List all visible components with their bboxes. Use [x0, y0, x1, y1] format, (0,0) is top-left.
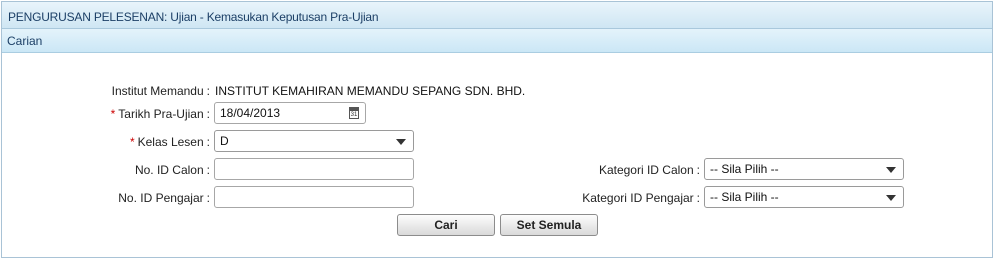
tarikh-value: 18/04/2013 [220, 106, 281, 120]
kategori-calon-value: -- Sila Pilih -- [710, 162, 779, 176]
kategori-pengajar-value: -- Sila Pilih -- [710, 190, 779, 204]
colon: : [206, 135, 210, 149]
tarikh-label: * Tarikh Pra-Ujian: [111, 107, 210, 121]
institut-value: INSTITUT KEMAHIRAN MEMANDU SEPANG SDN. B… [215, 84, 526, 98]
kelas-label: * Kelas Lesen: [130, 135, 210, 149]
colon: : [696, 191, 700, 205]
calendar-icon-day: 31 [350, 112, 358, 118]
chevron-down-icon [396, 139, 406, 145]
colon: : [206, 84, 210, 98]
no-id-pengajar-label-text: No. ID Pengajar [118, 191, 204, 205]
colon: : [696, 163, 700, 177]
tarikh-label-text: Tarikh Pra-Ujian [118, 107, 204, 121]
kelas-label-text: Kelas Lesen [137, 135, 204, 149]
institut-label: Institut Memandu: [112, 84, 210, 98]
required-mark: * [110, 107, 116, 121]
search-panel: PENGURUSAN PELESENAN: Ujian - Kemasukan … [1, 1, 993, 258]
chevron-down-icon [886, 195, 896, 201]
calendar-icon[interactable]: 31 [349, 107, 359, 119]
section-title: Carian [7, 34, 43, 48]
no-id-pengajar-label: No. ID Pengajar: [118, 191, 210, 205]
kelas-value: D [220, 134, 229, 148]
no-id-calon-label: No. ID Calon: [135, 163, 210, 177]
chevron-down-icon [886, 167, 896, 173]
colon: : [206, 107, 210, 121]
no-id-calon-label-text: No. ID Calon [134, 163, 204, 177]
colon: : [206, 163, 210, 177]
kelas-select[interactable]: D [214, 130, 414, 152]
institut-label-text: Institut Memandu [111, 84, 204, 98]
kategori-calon-select[interactable]: -- Sila Pilih -- [704, 158, 904, 180]
search-button[interactable]: Cari [397, 214, 495, 236]
required-mark: * [129, 135, 135, 149]
reset-button[interactable]: Set Semula [500, 214, 598, 236]
section-header: Carian [2, 29, 992, 53]
kategori-calon-label-text: Kategori ID Calon [598, 163, 694, 177]
no-id-calon-input[interactable] [214, 158, 414, 180]
colon: : [206, 191, 210, 205]
kategori-pengajar-label: Kategori ID Pengajar: [582, 191, 700, 205]
page-header: PENGURUSAN PELESENAN: Ujian - Kemasukan … [2, 2, 992, 29]
no-id-pengajar-input[interactable] [214, 186, 414, 208]
tarikh-input[interactable]: 18/04/2013 31 [214, 102, 366, 124]
kategori-pengajar-label-text: Kategori ID Pengajar [582, 191, 694, 205]
kategori-pengajar-select[interactable]: -- Sila Pilih -- [704, 186, 904, 208]
page-title: PENGURUSAN PELESENAN: Ujian - Kemasukan … [8, 10, 379, 24]
kategori-calon-label: Kategori ID Calon: [599, 163, 700, 177]
